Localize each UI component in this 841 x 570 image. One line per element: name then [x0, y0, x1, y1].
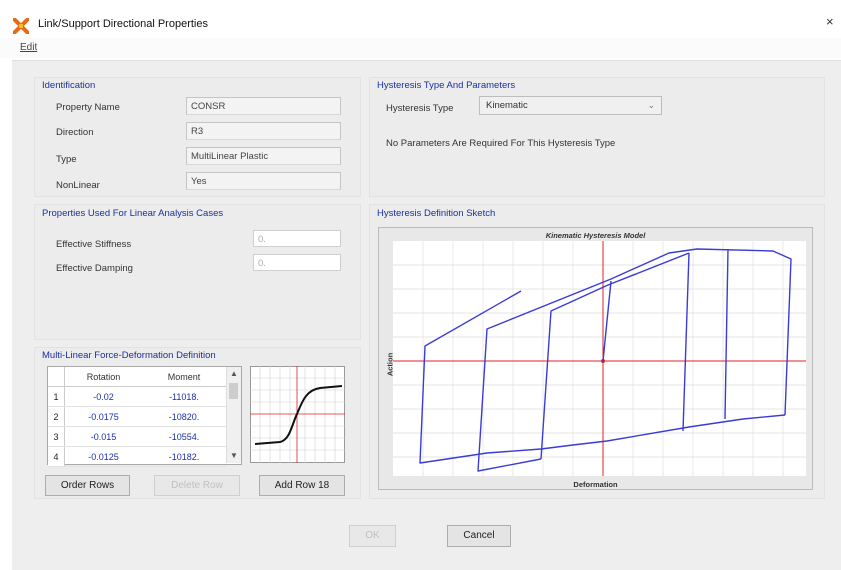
property-name-label: Property Name	[56, 102, 120, 113]
rotation-cell[interactable]: -0.0175	[64, 406, 142, 427]
effective-damping-input[interactable]: 0.	[253, 254, 341, 271]
moment-cell[interactable]: -10182.	[142, 446, 226, 467]
type-field: MultiLinear Plastic	[186, 147, 341, 165]
hysteresis-type-select[interactable]: Kinematic ⌄	[479, 96, 662, 115]
column-header-moment[interactable]: Moment	[142, 367, 226, 387]
scroll-thumb[interactable]	[229, 383, 238, 399]
table-row[interactable]: 2 -0.0175 -10820.	[48, 406, 226, 427]
multilinear-title: Multi-Linear Force-Deformation Definitio…	[42, 350, 216, 361]
order-rows-button[interactable]: Order Rows	[45, 475, 130, 496]
property-name-field: CONSR	[186, 97, 341, 115]
moment-cell[interactable]: -10820.	[142, 406, 226, 427]
chevron-down-icon: ⌄	[647, 100, 655, 110]
sketch-title: Hysteresis Definition Sketch	[377, 208, 496, 219]
table-row[interactable]: 1 -0.02 -11018.	[48, 386, 226, 407]
linear-properties-title: Properties Used For Linear Analysis Case…	[42, 208, 224, 219]
nonlinear-label: NonLinear	[56, 180, 100, 191]
add-row-button[interactable]: Add Row 18	[259, 475, 345, 496]
direction-label: Direction	[56, 127, 94, 138]
column-header-rotation[interactable]: Rotation	[64, 367, 142, 387]
hysteresis-plot	[393, 241, 806, 476]
identification-title: Identification	[42, 80, 96, 91]
moment-cell[interactable]: -11018.	[142, 386, 226, 407]
table-scrollbar[interactable]: ▲ ▼	[226, 367, 241, 463]
row-number: 2	[48, 406, 65, 427]
force-deformation-table[interactable]: Rotation Moment 1 -0.02 -11018. 2 -0.017…	[47, 366, 242, 467]
table-row[interactable]: 3 -0.015 -10554.	[48, 426, 226, 447]
window-title: Link/Support Directional Properties	[38, 18, 208, 30]
hysteresis-type-label: Hysteresis Type	[386, 103, 454, 114]
rotation-cell[interactable]: -0.015	[64, 426, 142, 447]
plot-x-label: Deformation	[573, 480, 618, 489]
effective-stiffness-input[interactable]: 0.	[253, 230, 341, 247]
rotation-cell[interactable]: -0.0125	[64, 446, 142, 467]
app-logo-icon	[13, 18, 29, 34]
close-icon[interactable]: ×	[826, 14, 834, 29]
hysteresis-note: No Parameters Are Required For This Hyst…	[386, 138, 616, 149]
type-label: Type	[56, 154, 77, 165]
cancel-button[interactable]: Cancel	[447, 525, 511, 547]
scroll-down-icon[interactable]: ▼	[230, 451, 238, 460]
scroll-up-icon[interactable]: ▲	[230, 369, 238, 378]
moment-cell[interactable]: -10554.	[142, 426, 226, 447]
table-row[interactable]: 4 -0.0125 -10182.	[48, 446, 226, 467]
row-number: 3	[48, 426, 65, 447]
hysteresis-title: Hysteresis Type And Parameters	[377, 80, 516, 91]
row-number: 1	[48, 386, 65, 407]
direction-field: R3	[186, 122, 341, 140]
row-number: 4	[48, 446, 65, 467]
delete-row-button[interactable]: Delete Row	[154, 475, 240, 496]
force-deformation-curve-thumbnail	[250, 366, 345, 463]
effective-damping-label: Effective Damping	[56, 263, 133, 274]
ok-button[interactable]: OK	[349, 525, 396, 547]
hysteresis-type-value: Kinematic	[486, 100, 528, 111]
plot-model-title: Kinematic Hysteresis Model	[545, 231, 646, 240]
nonlinear-field: Yes	[186, 172, 341, 190]
menu-bar	[0, 38, 841, 58]
menu-edit[interactable]: Edit	[20, 42, 37, 53]
hysteresis-group	[369, 77, 825, 197]
rotation-cell[interactable]: -0.02	[64, 386, 142, 407]
effective-stiffness-label: Effective Stiffness	[56, 239, 132, 250]
